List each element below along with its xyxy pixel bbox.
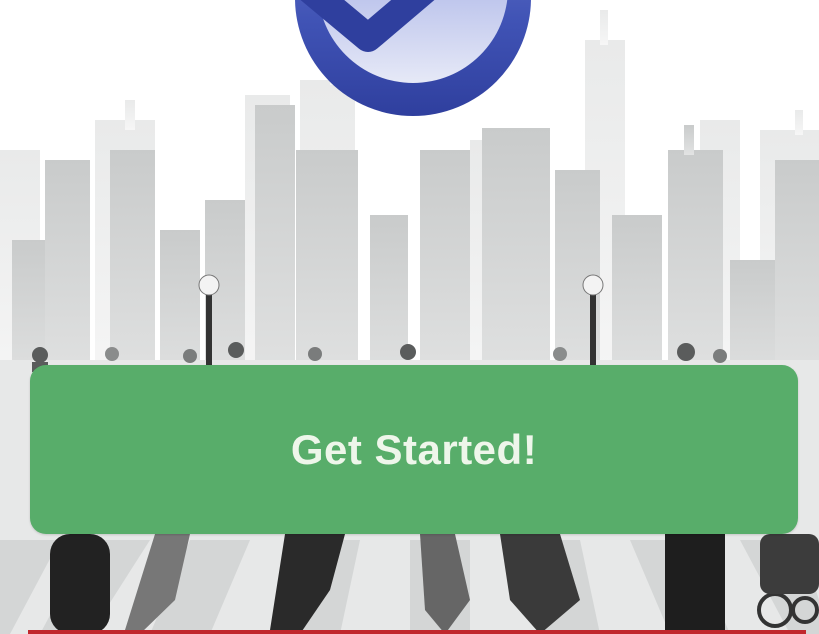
get-started-label: Get Started! [290,425,538,473]
get-started-button[interactable]: Get Started! [30,365,798,534]
bottom-accent-bar [28,630,806,634]
checkmark-badge-icon [238,0,531,118]
